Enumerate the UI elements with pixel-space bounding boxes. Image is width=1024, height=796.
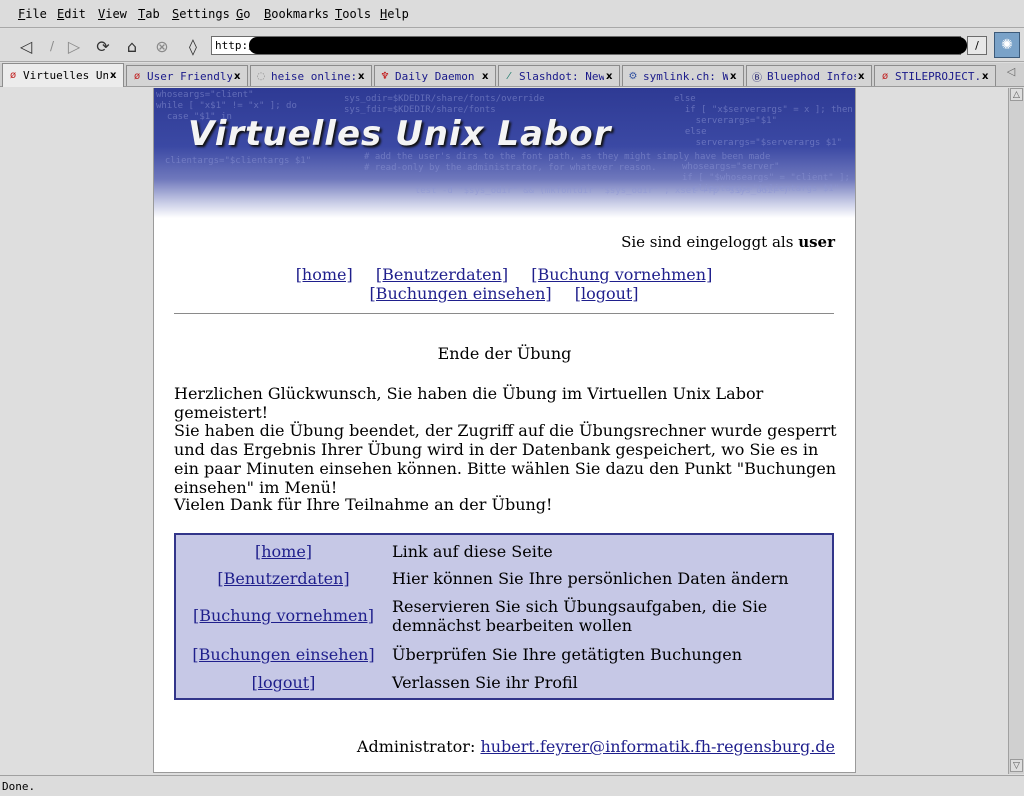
admin-label: Administrator:: [356, 737, 476, 756]
tab-label: heise online:: [271, 69, 356, 83]
back-icon[interactable]: ◁: [16, 36, 36, 56]
vertical-scrollbar[interactable]: △ ▽: [1008, 88, 1024, 774]
table-desc: Überprüfen Sie Ihre getätigten Buchungen: [392, 645, 742, 664]
tab-bar: ø Virtuelles Uni x ø User Friendly x ◌ h…: [0, 63, 1024, 87]
tab-label: Slashdot: News: [519, 69, 604, 83]
menu-bar: File Edit View Tab Settings Go Bookmarks…: [0, 0, 1024, 28]
table-desc: Reservieren Sie sich Übungsaufgaben, die…: [392, 597, 768, 635]
table-buchung-vornehmen-link[interactable]: [Buchung vornehmen]: [193, 606, 374, 625]
tab-scroll-left-icon[interactable]: ◁: [1000, 65, 1022, 85]
congrats-paragraph: Herzlichen Glückwunsch, Sie haben die Üb…: [174, 384, 764, 422]
tab-label: User Friendly: [147, 69, 232, 83]
stop-icon[interactable]: ⊗: [152, 36, 172, 56]
tab-daily-daemon[interactable]: ♆ Daily Daemon N x: [374, 65, 496, 86]
table-desc: Hier können Sie Ihre persönlichen Daten …: [392, 569, 789, 588]
tab-heise[interactable]: ◌ heise online: x: [250, 65, 372, 86]
tab-label: STILEPROJECT.C: [895, 69, 980, 83]
banner-title: Virtuelles Unix Labor: [188, 114, 612, 154]
daemon-icon: ♆: [380, 70, 390, 82]
menu-tools[interactable]: Tools: [335, 7, 371, 21]
menu-go[interactable]: Go: [236, 7, 250, 21]
table-benutzerdaten-link[interactable]: [Benutzerdaten]: [217, 569, 349, 588]
tab-label: Bluephod Infos: [767, 69, 856, 83]
menu-tab[interactable]: Tab: [138, 7, 160, 21]
scroll-down-icon[interactable]: ▽: [1010, 759, 1023, 772]
tab-label: Virtuelles Uni: [23, 69, 108, 82]
info-paragraph: Sie haben die Übung beendet, der Zugriff…: [174, 421, 837, 497]
url-redaction: [249, 37, 967, 54]
forward-icon[interactable]: ▷: [64, 36, 84, 56]
close-icon[interactable]: x: [730, 71, 740, 82]
tab-label: symlink.ch: Wi: [643, 69, 728, 83]
thanks-paragraph: Vielen Dank für Ihre Teilnahme an der Üb…: [174, 495, 553, 514]
close-icon[interactable]: x: [982, 71, 992, 82]
menu-bookmarks[interactable]: Bookmarks: [264, 7, 329, 21]
menu-help-table: [home] Link auf diese Seite [Benutzerdat…: [174, 533, 834, 700]
tab-bluephod[interactable]: Ⓑ Bluephod Infos x: [746, 65, 872, 86]
tab-user-friendly[interactable]: ø User Friendly x: [126, 65, 248, 86]
content-viewport: whoseargs="client" while [ "x$1" != "x" …: [0, 88, 1008, 774]
slashdot-icon: ⁄: [508, 70, 510, 82]
table-desc: Link auf diese Seite: [392, 542, 553, 561]
menu-help[interactable]: Help: [380, 7, 409, 21]
close-icon[interactable]: x: [606, 71, 616, 82]
tab-stileproject[interactable]: ø STILEPROJECT.C x: [874, 65, 996, 86]
bookmark-tag-icon[interactable]: ◊: [183, 36, 203, 56]
nav-logout-link[interactable]: [logout]: [575, 284, 639, 303]
home-icon[interactable]: ⌂: [122, 36, 142, 56]
tab-label: Daily Daemon N: [395, 69, 480, 83]
close-icon[interactable]: x: [358, 71, 368, 82]
web-page: whoseargs="client" while [ "x$1" != "x" …: [153, 88, 856, 773]
admin-contact: Administrator: hubert.feyrer@informatik.…: [357, 737, 835, 756]
throbber-icon: ✺: [994, 32, 1020, 58]
table-logout-link[interactable]: [logout]: [252, 673, 316, 692]
nav-buchungen-einsehen-link[interactable]: [Buchungen einsehen]: [369, 284, 551, 303]
banner-code-decoration: sys_odir=$KDEDIR/share/fonts/override sy…: [344, 94, 545, 115]
top-navigation: [home] [Benutzerdaten] [Buchung vornehme…: [234, 265, 774, 303]
admin-email-link[interactable]: hubert.feyrer@informatik.fh-regensburg.d…: [480, 737, 835, 756]
menu-file[interactable]: File: [18, 7, 47, 21]
gecko-icon: ø: [881, 70, 889, 82]
scroll-up-icon[interactable]: △: [1010, 88, 1023, 101]
tab-slashdot[interactable]: ⁄ Slashdot: News x: [498, 65, 620, 86]
login-status: Sie sind eingeloggt als user: [621, 233, 835, 251]
nav-home-link[interactable]: [home]: [296, 265, 353, 284]
banner-code-decoration: whoseargs="server" if [ "$whoseargs" = "…: [682, 162, 850, 194]
banner-code-decoration: else if [ "x$serverargs" = x ]; then ser…: [674, 94, 853, 148]
menu-settings[interactable]: Settings: [172, 7, 230, 21]
banner-code-decoration: clientargs="$clientargs $1": [154, 156, 312, 166]
tab-virtuelles-unix[interactable]: ø Virtuelles Uni x: [2, 63, 124, 87]
table-desc: Verlassen Sie ihr Profil: [392, 673, 578, 692]
menu-edit[interactable]: Edit: [57, 7, 86, 21]
symlink-icon: ⚙: [628, 70, 638, 82]
gecko-icon: ø: [133, 70, 141, 82]
url-dropdown-button[interactable]: /: [967, 36, 987, 55]
menu-view[interactable]: View: [98, 7, 127, 21]
table-buchungen-einsehen-link[interactable]: [Buchungen einsehen]: [192, 645, 374, 664]
nav-buchung-vornehmen-link[interactable]: [Buchung vornehmen]: [531, 265, 712, 284]
close-icon[interactable]: x: [110, 70, 120, 81]
close-icon[interactable]: x: [858, 71, 868, 82]
loading-icon: ◌: [256, 70, 266, 82]
status-text: Done.: [2, 780, 36, 793]
tab-symlink[interactable]: ⚙ symlink.ch: Wi x: [622, 65, 744, 86]
header-banner: whoseargs="client" while [ "x$1" != "x" …: [154, 88, 855, 218]
login-username: user: [798, 233, 835, 251]
divider: [174, 313, 834, 314]
status-bar: Done.: [0, 775, 1024, 796]
nav-benutzerdaten-link[interactable]: [Benutzerdaten]: [376, 265, 508, 284]
page-heading: Ende der Übung: [437, 344, 572, 363]
close-icon[interactable]: x: [482, 71, 492, 82]
close-icon[interactable]: x: [234, 71, 244, 82]
gecko-icon: ø: [9, 70, 17, 81]
table-home-link[interactable]: [home]: [255, 542, 312, 561]
login-prefix: Sie sind eingeloggt als: [621, 233, 794, 251]
history-dropdown-icon[interactable]: /: [42, 36, 62, 56]
reload-icon[interactable]: ⟳: [93, 36, 113, 56]
bluephod-icon: Ⓑ: [752, 72, 762, 84]
